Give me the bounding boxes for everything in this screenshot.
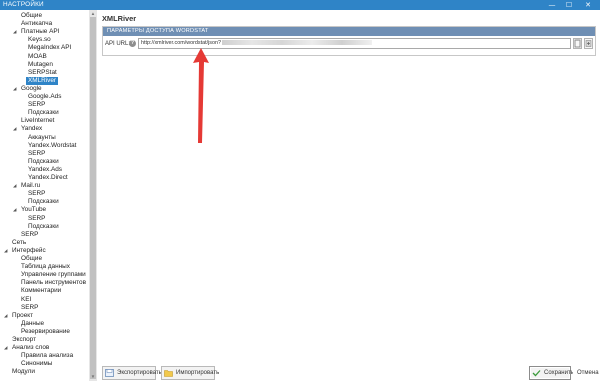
export-button[interactable]: Экспортировать <box>102 366 162 380</box>
tree-item-xmlriver[interactable]: XMLRiver <box>26 76 59 85</box>
redacted-key <box>222 40 372 46</box>
tree-item-serp[interactable]: SERP <box>21 231 38 239</box>
window-title: НАСТРОЙКИ <box>3 1 44 8</box>
tree-item-модули[interactable]: Модули <box>12 368 35 376</box>
export-button-label: Экспортировать <box>117 370 162 376</box>
tree-expander-icon[interactable]: ◢ <box>4 247 7 255</box>
tree-item-таблица-данных[interactable]: Таблица данных <box>21 263 70 271</box>
tree-item-serp[interactable]: SERP <box>21 304 38 312</box>
tree-item-google-ads[interactable]: Google.Ads <box>28 93 61 101</box>
title-bar: НАСТРОЙКИ — ☐ ✕ <box>0 0 600 10</box>
close-button[interactable]: ✕ <box>581 0 595 10</box>
tree-item-анализ-слов[interactable]: Анализ слов <box>12 344 49 352</box>
tree-item-moab[interactable]: MOAB <box>28 53 47 61</box>
tree-item-serp[interactable]: SERP <box>28 190 45 198</box>
tree-item-serpstat[interactable]: SERPStat <box>28 69 57 77</box>
tree-item-yandex-direct[interactable]: Yandex.Direct <box>28 174 68 182</box>
paste-icon[interactable] <box>584 38 593 49</box>
tree-item-yandex-ads[interactable]: Yandex.Ads <box>28 166 62 174</box>
tree-item-экспорт[interactable]: Экспорт <box>12 336 36 344</box>
checkmark-icon <box>532 370 541 377</box>
tree-item-аккаунты[interactable]: Аккаунты <box>28 134 56 142</box>
tree-item-mutagen[interactable]: Mutagen <box>28 61 53 69</box>
export-icon <box>105 369 114 377</box>
api-url-label: API URL: <box>105 41 131 47</box>
annotation-arrow-icon <box>193 48 209 143</box>
scroll-up-arrow-icon[interactable]: ▲ <box>89 10 97 17</box>
help-icon[interactable]: ? <box>129 40 136 47</box>
tree-item-резервирование[interactable]: Резервирование <box>21 328 70 336</box>
page-title: XMLRiver <box>102 14 137 23</box>
tree-expander-icon[interactable]: ◢ <box>13 206 16 214</box>
tree-item-комментарии[interactable]: Комментарии <box>21 287 61 295</box>
tree-item-mail-ru[interactable]: Mail.ru <box>21 182 40 190</box>
tree-item-подсказки[interactable]: Подсказки <box>28 158 59 166</box>
tree-expander-icon[interactable]: ◢ <box>13 182 16 190</box>
tree-item-общие[interactable]: Общие <box>21 12 42 20</box>
tree-item-yandex[interactable]: Yandex <box>21 125 42 133</box>
tree-expander-icon[interactable]: ◢ <box>13 28 16 36</box>
tree-expander-icon[interactable]: ◢ <box>4 312 7 320</box>
cancel-button-label: Отмена <box>577 370 599 376</box>
tree-item-youtube[interactable]: YouTube <box>21 206 46 214</box>
tree-item-yandex-wordstat[interactable]: Yandex.Wordstat <box>28 142 76 150</box>
folder-icon <box>164 370 173 377</box>
wordstat-access-panel: ПАРАМЕТРЫ ДОСТУПА WORDSTAT API URL: ? ht… <box>102 26 596 56</box>
api-url-value: http://xmlriver.com/wordstat/json? <box>141 40 221 46</box>
tree-item-управление-группами[interactable]: Управление группами <box>21 271 86 279</box>
tree-item-данные[interactable]: Данные <box>21 320 44 328</box>
tree-expander-icon[interactable]: ◢ <box>13 85 16 93</box>
import-button-label: Импортировать <box>176 370 220 376</box>
tree-item-сеть[interactable]: Сеть <box>12 239 26 247</box>
scrollbar-thumb[interactable] <box>90 17 96 379</box>
tree-item-антикапча[interactable]: Антикапча <box>21 20 52 28</box>
tree-item-megaindex-api[interactable]: MegaIndex API <box>28 44 71 52</box>
cancel-button[interactable]: Отмена <box>573 366 599 380</box>
save-button-label: Сохранить <box>544 370 574 376</box>
tree-expander-icon[interactable]: ◢ <box>13 125 16 133</box>
tree-expander-icon[interactable]: ◢ <box>4 344 7 352</box>
scroll-down-arrow-icon[interactable]: ▼ <box>89 373 97 380</box>
tree-item-синонимы[interactable]: Синонимы <box>21 360 52 368</box>
tree-item-проект[interactable]: Проект <box>12 312 33 320</box>
tree-item-платные-api[interactable]: Платные API <box>21 28 59 36</box>
tree-item-serp[interactable]: SERP <box>28 215 45 223</box>
tree-item-панель-инструментов[interactable]: Панель инструментов <box>21 279 86 287</box>
import-button[interactable]: Импортировать <box>161 366 219 380</box>
minimize-button[interactable]: — <box>545 0 559 10</box>
tree-item-kei[interactable]: KEI <box>21 296 31 304</box>
tree-item-правила-анализа[interactable]: Правила анализа <box>21 352 73 360</box>
tree-item-подсказки[interactable]: Подсказки <box>28 223 59 231</box>
maximize-button[interactable]: ☐ <box>562 0 576 10</box>
tree-item-google[interactable]: Google <box>21 85 42 93</box>
tree-item-подсказки[interactable]: Подсказки <box>28 198 59 206</box>
clipboard-icon[interactable] <box>573 38 582 49</box>
tree-item-интерфейс[interactable]: Интерфейс <box>12 247 46 255</box>
tree-item-serp[interactable]: SERP <box>28 150 45 158</box>
save-button[interactable]: Сохранить <box>529 366 574 380</box>
tree-item-serp[interactable]: SERP <box>28 101 45 109</box>
tree-item-liveinternet[interactable]: LiveInternet <box>21 117 54 125</box>
tree-item-подсказки[interactable]: Подсказки <box>28 109 59 117</box>
panel-header: ПАРАМЕТРЫ ДОСТУПА WORDSTAT <box>103 27 595 36</box>
tree-item-keys-so[interactable]: Keys.so <box>28 36 51 44</box>
tree-item-общие[interactable]: Общие <box>21 255 42 263</box>
settings-tree: Общие Антикапча ◢ Платные API Keys.so MegaInd… <box>0 10 97 381</box>
